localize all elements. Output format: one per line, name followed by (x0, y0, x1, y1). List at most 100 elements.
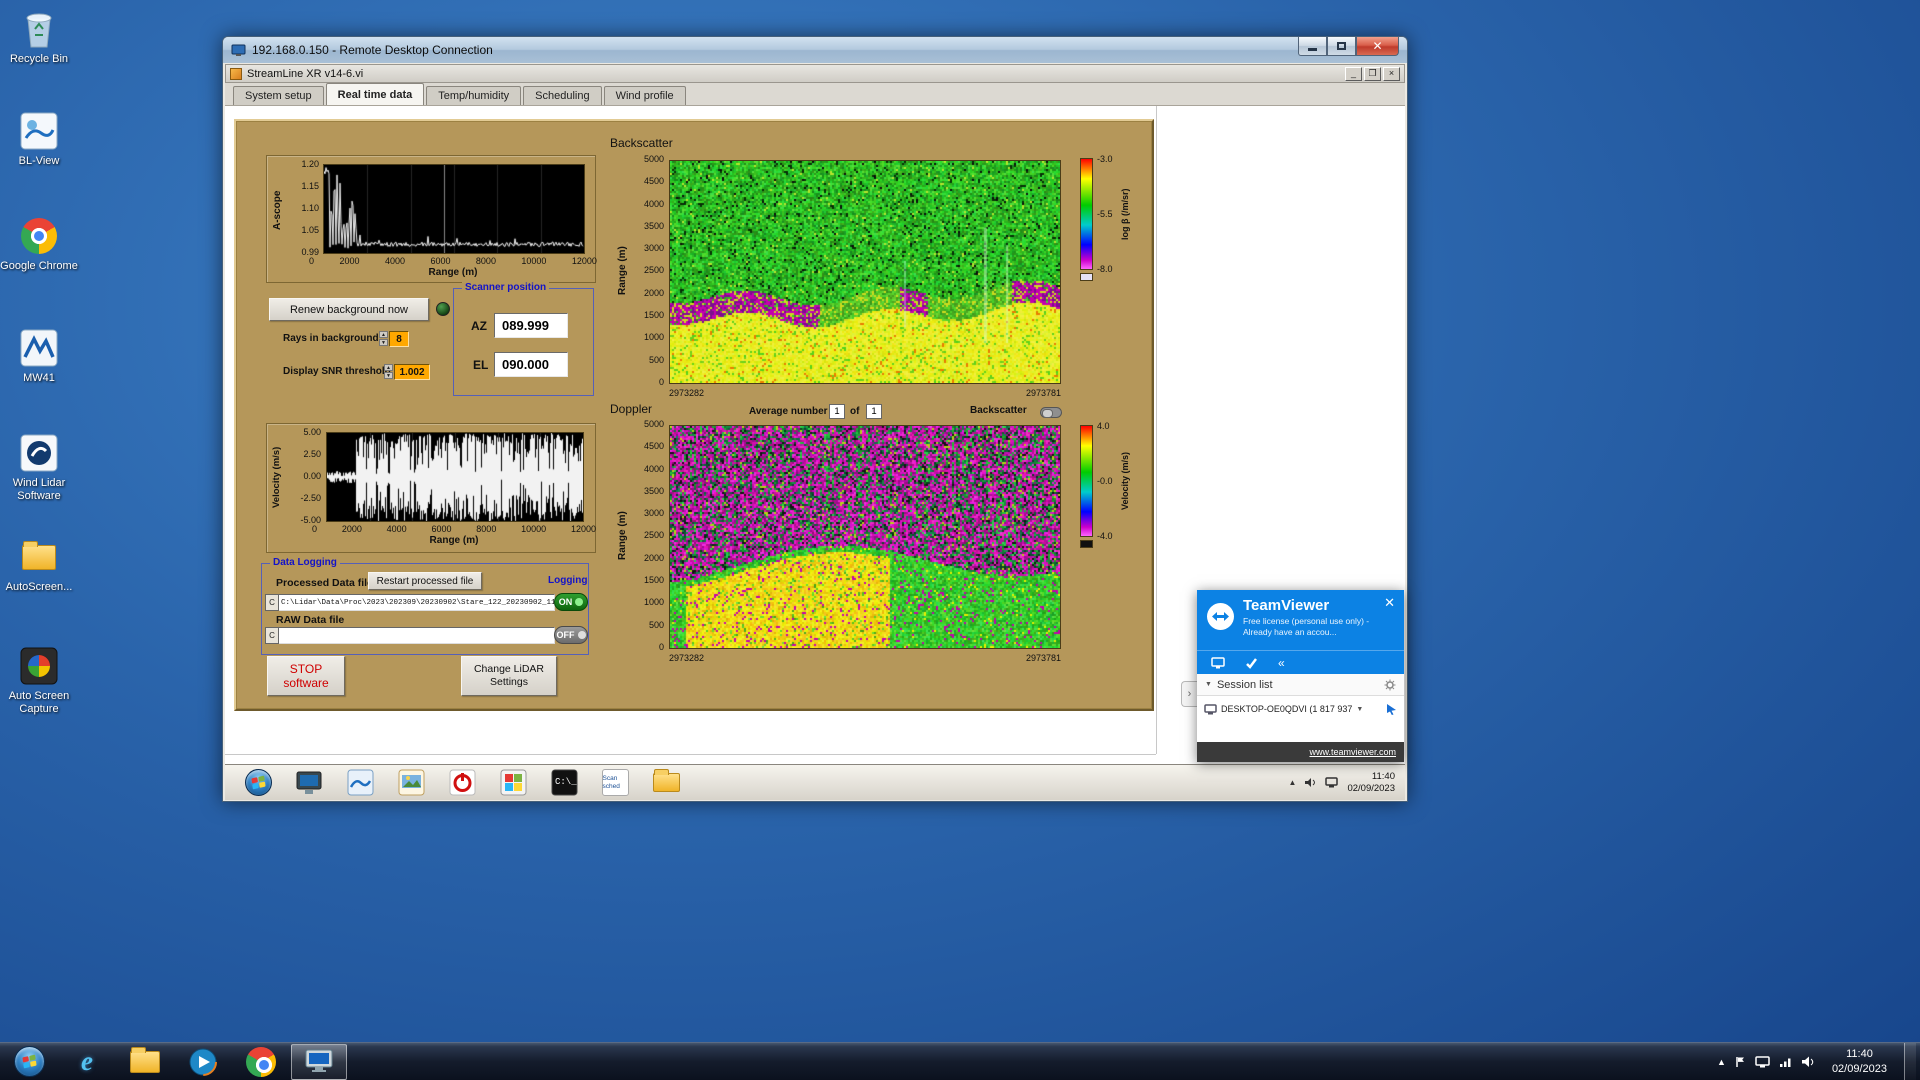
remote-monitor-app-icon[interactable] (294, 768, 324, 798)
average-number-value[interactable]: 1 (829, 404, 845, 419)
rdp-window-title: 192.168.0.150 - Remote Desktop Connectio… (252, 43, 493, 57)
scanner-position-group: Scanner position AZ 089.999 EL 090.000 (453, 282, 594, 396)
teamviewer-collapse-tab[interactable]: › (1181, 681, 1197, 707)
taskbar-media-player[interactable] (175, 1044, 231, 1080)
raw-path-input[interactable] (279, 627, 555, 644)
raw-logging-toggle[interactable]: OFF (554, 626, 588, 644)
tick-label: 8000 (475, 256, 496, 266)
processed-logging-toggle[interactable]: ON (554, 593, 588, 611)
rdp-titlebar[interactable]: 192.168.0.150 - Remote Desktop Connectio… (223, 37, 1407, 63)
tab-real-time-data[interactable]: Real time data (325, 83, 425, 105)
teamviewer-close-icon[interactable]: ✕ (1384, 595, 1395, 611)
start-button[interactable] (1, 1044, 57, 1080)
folder-icon (18, 536, 60, 578)
change-lidar-settings-button[interactable]: Change LiDAR Settings (461, 656, 557, 696)
velocity-ylabel: Velocity (m/s) (271, 446, 282, 508)
desktop-icon-google-chrome[interactable]: Google Chrome (0, 215, 78, 273)
hidden-icons-arrow[interactable]: ▲ (1717, 1057, 1726, 1067)
desktop-icon-wind-lidar-software[interactable]: Wind Lidar Software (0, 432, 78, 502)
volume-icon[interactable] (1801, 1056, 1815, 1068)
ascope-yticks: 1.20 1.15 1.10 1.05 0.99 (287, 159, 319, 257)
path-browse-icon[interactable]: C (265, 594, 279, 611)
ascope-graph: A-scope 1.20 1.15 1.10 1.05 0.99 0 2000 4000 60… (266, 155, 597, 283)
chevron-down-icon[interactable]: ▼ (1356, 706, 1363, 713)
of-label: of (850, 406, 860, 417)
remote-image-viewer-icon[interactable] (396, 768, 426, 798)
tab-bar: System setup Real time data Temp/humidit… (225, 83, 1405, 106)
display-snr-threshold-value[interactable]: 1.002 (394, 364, 430, 380)
connect-icon[interactable] (1245, 657, 1258, 669)
desktop-icon-recycle-bin[interactable]: Recycle Bin (0, 8, 78, 66)
collapse-icon[interactable]: « (1278, 656, 1285, 670)
app-close-button[interactable]: × (1383, 66, 1400, 81)
backscatter-toggle[interactable] (1040, 407, 1062, 418)
el-value-field[interactable]: 090.000 (494, 352, 568, 377)
tick-label: 4000 (643, 198, 664, 209)
maximize-button[interactable] (1327, 37, 1356, 56)
average-total-value[interactable]: 1 (866, 404, 882, 419)
tab-label: Wind profile (615, 90, 674, 102)
backscatter-ylabel: Range (m) (617, 246, 628, 296)
snr-spinner[interactable]: ▲ ▼ (384, 364, 393, 379)
chevron-down-icon: ▼ (1205, 681, 1212, 688)
renew-background-button[interactable]: Renew background now (269, 298, 429, 321)
desktop-icon-mw41[interactable]: MW41 (0, 327, 78, 385)
desktop-icon-autoscreen[interactable]: AutoScreen... (0, 536, 78, 594)
tick-label: 3000 (643, 508, 664, 519)
desktop-icon-bl-view[interactable]: BL-View (0, 110, 78, 168)
desktop-icon-label: BL-View (18, 155, 60, 167)
stop-software-button[interactable]: STOP software (267, 656, 345, 696)
remote-power-off-icon[interactable] (447, 768, 477, 798)
desktop-icon-label: Google Chrome (0, 260, 78, 272)
velocity-xlabel: Range (m) (429, 535, 479, 546)
recycle-bin-icon (18, 8, 60, 50)
close-button[interactable]: ✕ (1356, 37, 1399, 56)
remote-clock[interactable]: 11:40 02/09/2023 (1347, 771, 1395, 795)
clock[interactable]: 11:40 02/09/2023 (1824, 1047, 1895, 1076)
remote-blview-app-icon[interactable] (345, 768, 375, 798)
remote-volume-icon[interactable] (1304, 777, 1317, 788)
rays-spinner[interactable]: ▲ ▼ (379, 331, 388, 346)
processed-path-input[interactable]: C:\Lidar\Data\Proc\2023\202309\20230902\… (279, 594, 555, 611)
app-minimize-button[interactable]: _ (1345, 66, 1362, 81)
tab-system-setup[interactable]: System setup (233, 86, 324, 105)
tab-wind-profile[interactable]: Wind profile (603, 86, 686, 105)
connect-cursor-icon[interactable] (1386, 703, 1397, 715)
tab-temp-humidity[interactable]: Temp/humidity (426, 86, 522, 105)
desktop-icon-auto-screen-capture[interactable]: Auto Screen Capture (0, 645, 78, 715)
teamviewer-website-link[interactable]: www.teamviewer.com (1197, 742, 1404, 762)
network-icon[interactable] (1779, 1056, 1792, 1068)
computers-contacts-icon[interactable] (1211, 656, 1225, 669)
app-titlebar[interactable]: StreamLine XR v14-6.vi _ ❐ × (225, 64, 1405, 83)
session-list-row[interactable]: ▼ Session list (1197, 674, 1404, 696)
remote-hidden-icons-arrow[interactable]: ▲ (1289, 778, 1297, 787)
remote-xp-app-icon[interactable] (498, 768, 528, 798)
minimize-button[interactable] (1298, 37, 1327, 56)
az-value-field[interactable]: 089.999 (494, 313, 568, 338)
tab-scheduling[interactable]: Scheduling (523, 86, 602, 105)
remote-command-prompt-icon[interactable]: C:\_ (549, 768, 579, 798)
taskbar-chrome[interactable] (233, 1044, 289, 1080)
path-browse-icon[interactable]: C (265, 627, 279, 644)
gear-icon[interactable] (1384, 679, 1396, 691)
session-computer-row[interactable]: DESKTOP-OE0QDVI (1 817 937 ▼ (1197, 696, 1404, 722)
remote-scan-scheduler-icon[interactable]: Scan sched (600, 768, 630, 798)
rdp-window-icon (231, 44, 246, 56)
taskbar-internet-explorer[interactable]: e (59, 1044, 115, 1080)
backscatter-scale-label: log β (/m/sr) (1120, 188, 1130, 240)
tick-label: 1.10 (301, 203, 319, 213)
show-desktop-button[interactable] (1904, 1042, 1916, 1080)
el-label: EL (473, 358, 489, 372)
taskbar-file-explorer[interactable] (117, 1044, 173, 1080)
action-center-flag-icon[interactable] (1735, 1056, 1746, 1068)
remote-desktop-icon (305, 1049, 333, 1072)
remote-network-icon[interactable] (1325, 777, 1339, 788)
rdp-tray-icon[interactable] (1755, 1055, 1770, 1068)
rays-in-background-value[interactable]: 8 (389, 331, 409, 347)
taskbar-remote-desktop-active[interactable] (291, 1043, 347, 1080)
restart-processed-file-button[interactable]: Restart processed file (368, 572, 482, 590)
app-restore-button[interactable]: ❐ (1364, 66, 1381, 81)
remote-start-button[interactable] (243, 768, 273, 798)
remote-folder-icon[interactable] (651, 768, 681, 798)
teamviewer-toolbar: « (1197, 650, 1404, 674)
